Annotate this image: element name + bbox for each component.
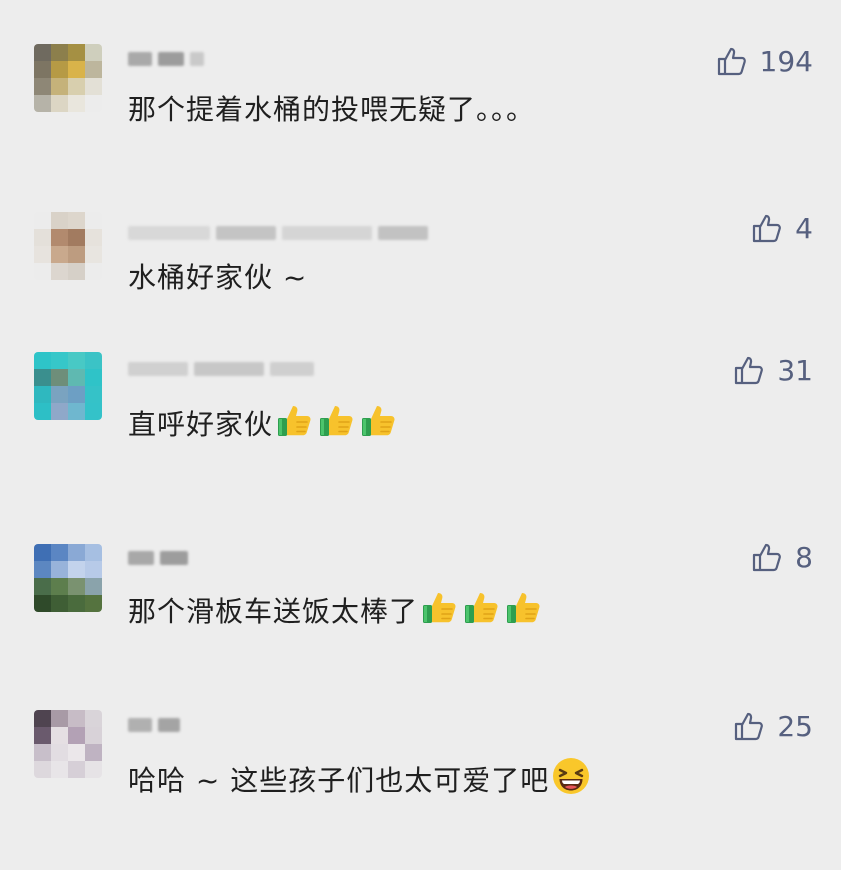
comment-text: 水桶好家伙 ~ [128, 260, 307, 296]
like-button[interactable]: 8 [751, 540, 813, 574]
thumbs-up-outline-icon [733, 354, 765, 386]
username-blurred[interactable] [128, 714, 180, 736]
comment-text-content: 哈哈 ~ 这些孩子们也太可爱了吧 [128, 764, 550, 797]
grinning-squinting-face-emoji [551, 756, 591, 796]
like-button[interactable]: 4 [751, 211, 813, 245]
like-count: 8 [795, 540, 813, 574]
thumbs-up-emoji [462, 587, 502, 627]
like-count: 25 [777, 709, 813, 743]
thumbs-up-outline-icon [716, 45, 748, 77]
comment-text-content: 那个提着水桶的投喂无疑了。。。 [128, 93, 536, 126]
like-button[interactable]: 194 [716, 44, 813, 78]
comment-text: 那个滑板车送饭太棒了 [128, 587, 544, 630]
username-blurred[interactable] [128, 547, 188, 569]
username-blurred[interactable] [128, 222, 428, 244]
comment-text: 直呼好家伙 [128, 400, 399, 443]
comment-text-content: 直呼好家伙 [128, 408, 274, 441]
thumbs-up-emoji [420, 587, 460, 627]
comment-text-content: 那个滑板车送饭太棒了 [128, 595, 419, 628]
avatar[interactable] [34, 544, 102, 612]
username-blurred[interactable] [128, 48, 204, 70]
like-count: 194 [759, 44, 813, 78]
like-button[interactable]: 25 [733, 709, 813, 743]
thumbs-up-emoji [317, 400, 357, 440]
thumbs-up-outline-icon [733, 710, 765, 742]
thumbs-up-outline-icon [751, 541, 783, 573]
thumbs-up-emoji [275, 400, 315, 440]
like-button[interactable]: 31 [733, 353, 813, 387]
like-count: 4 [795, 211, 813, 245]
avatar[interactable] [34, 212, 102, 280]
comment-text-content: 水桶好家伙 ~ [128, 261, 308, 294]
thumbs-up-outline-icon [751, 212, 783, 244]
like-count: 31 [777, 353, 813, 387]
comment-text: 哈哈 ~ 这些孩子们也太可爱了吧 [128, 756, 591, 799]
avatar[interactable] [34, 44, 102, 112]
avatar[interactable] [34, 352, 102, 420]
thumbs-up-emoji [359, 400, 399, 440]
thumbs-up-emoji [504, 587, 544, 627]
comment-text: 那个提着水桶的投喂无疑了。。。 [128, 92, 535, 128]
avatar[interactable] [34, 710, 102, 778]
username-blurred[interactable] [128, 358, 314, 380]
